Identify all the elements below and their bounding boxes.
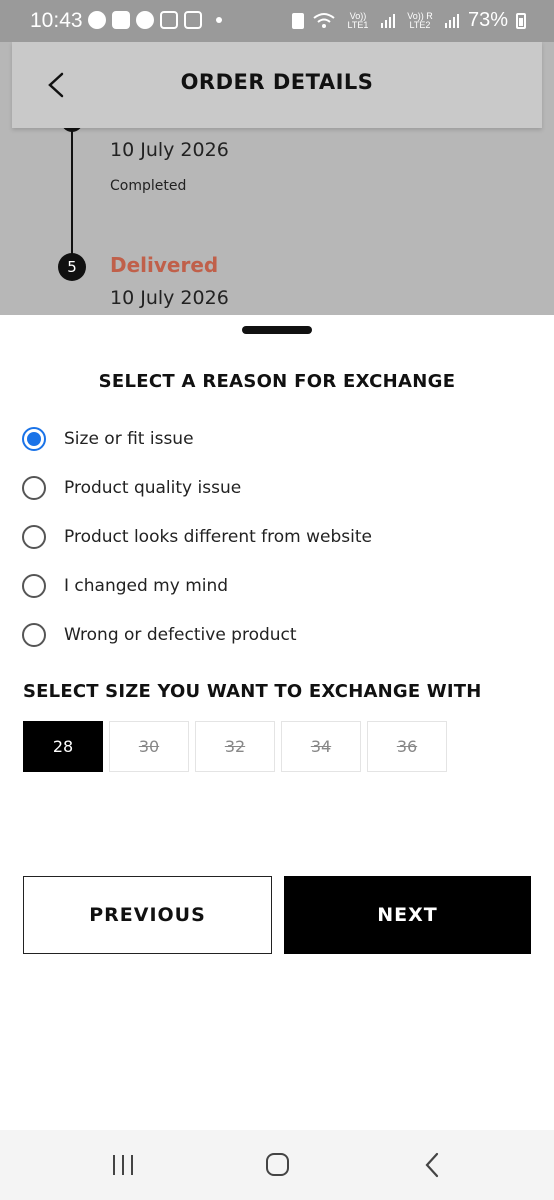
- size-option-36-unavailable: 36: [367, 721, 447, 772]
- reason-label: Product looks different from website: [64, 527, 373, 547]
- timeline-previous-status: Completed: [110, 178, 187, 194]
- sheet-drag-handle[interactable]: [242, 326, 312, 334]
- size-option-34-unavailable: 34: [281, 721, 361, 772]
- home-button[interactable]: [257, 1148, 297, 1182]
- reason-option-size-fit[interactable]: Size or fit issue: [22, 427, 194, 451]
- next-button[interactable]: NEXT: [284, 876, 531, 954]
- back-icon: [425, 1152, 439, 1178]
- reason-option-changed-mind[interactable]: I changed my mind: [22, 574, 228, 598]
- system-back-button[interactable]: [413, 1148, 453, 1182]
- status-right: Vo)) LTE1 Vo)) R LTE2 73%: [291, 9, 526, 32]
- battery-saver-icon: [291, 12, 304, 29]
- reason-label: Product quality issue: [64, 478, 242, 498]
- signal-2-icon: [444, 13, 459, 28]
- signal-1-icon: [380, 13, 395, 28]
- reason-option-looks-different[interactable]: Product looks different from website: [22, 525, 372, 549]
- battery-percent: 73%: [467, 9, 508, 31]
- lte1-label: Vo)) LTE1: [347, 10, 369, 30]
- order-details-background: 10 July 2026 Completed 5 Delivered 10 Ju…: [0, 42, 554, 315]
- battery-icon: [516, 12, 526, 29]
- notification-circle-icon: [88, 11, 106, 29]
- page-header: ORDER DETAILS: [12, 42, 542, 128]
- notification-app-icon: [136, 11, 154, 29]
- status-time: 10:43: [30, 9, 83, 32]
- wifi-icon: [313, 12, 335, 28]
- notification-calendar-icon: [184, 11, 202, 29]
- timeline-step-number: 5: [58, 253, 86, 281]
- timeline-delivered-date: 10 July 2026: [110, 287, 229, 309]
- radio-icon[interactable]: [22, 476, 46, 500]
- size-option-30-unavailable: 30: [109, 721, 189, 772]
- notification-calculator-icon: [160, 11, 178, 29]
- notification-check-icon: [112, 11, 130, 29]
- size-option-28[interactable]: 28: [23, 721, 103, 772]
- timeline-previous-date: 10 July 2026: [110, 139, 229, 161]
- more-notifications-dot-icon: [216, 17, 222, 23]
- timeline-line: [71, 128, 73, 262]
- size-title: SELECT SIZE YOU WANT TO EXCHANGE WITH: [23, 681, 482, 702]
- radio-icon[interactable]: [22, 574, 46, 598]
- radio-icon[interactable]: [22, 623, 46, 647]
- lte2-label: Vo)) R LTE2: [407, 10, 433, 30]
- reason-label: I changed my mind: [64, 576, 229, 596]
- reason-option-defective[interactable]: Wrong or defective product: [22, 623, 297, 647]
- previous-button[interactable]: PREVIOUS: [23, 876, 272, 954]
- exchange-bottom-sheet: SELECT A REASON FOR EXCHANGE Size or fit…: [0, 315, 554, 1130]
- reason-option-quality[interactable]: Product quality issue: [22, 476, 241, 500]
- reason-title: SELECT A REASON FOR EXCHANGE: [98, 371, 456, 392]
- system-nav-bar: [0, 1130, 554, 1200]
- home-icon: [266, 1153, 289, 1176]
- radio-selected-icon[interactable]: [22, 427, 46, 451]
- size-option-32-unavailable: 32: [195, 721, 275, 772]
- reason-label: Size or fit issue: [64, 429, 194, 449]
- notification-icons: [88, 11, 222, 29]
- page-title: ORDER DETAILS: [180, 70, 374, 94]
- size-selector: 28 30 32 34 36: [23, 721, 447, 772]
- status-bar: 10:43 Vo)) LTE1 Vo)) R LTE2 73%: [0, 0, 554, 42]
- recents-button[interactable]: [103, 1148, 143, 1182]
- radio-icon[interactable]: [22, 525, 46, 549]
- reason-label: Wrong or defective product: [64, 625, 297, 645]
- timeline-delivered-title: Delivered: [110, 253, 219, 277]
- recents-icon: [113, 1155, 133, 1175]
